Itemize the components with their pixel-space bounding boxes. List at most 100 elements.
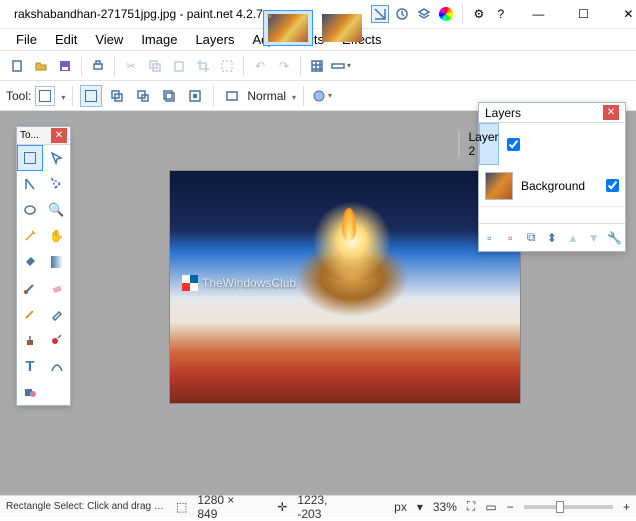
tool-clone[interactable] bbox=[17, 327, 43, 353]
tool-pencil[interactable] bbox=[17, 301, 43, 327]
unit-dropdown[interactable]: ▾ bbox=[417, 500, 423, 514]
tool-selector-dropdown[interactable] bbox=[59, 89, 65, 103]
layer-row[interactable]: Background bbox=[479, 165, 625, 207]
canvas[interactable]: TheWindowsClub bbox=[170, 171, 520, 403]
merge-layer-icon[interactable]: ⬍ bbox=[544, 230, 560, 246]
tool-paintbrush[interactable] bbox=[17, 275, 43, 301]
cursor-icon: ✛ bbox=[277, 500, 287, 514]
canvas-image: TheWindowsClub bbox=[170, 171, 520, 403]
tool-gradient[interactable] bbox=[44, 249, 70, 275]
window-title: rakshabandhan-271751jpg.jpg - paint.net … bbox=[14, 7, 263, 21]
move-down-icon[interactable]: ▼ bbox=[586, 230, 602, 246]
titlebar-tool-buttons: ⚙ ? bbox=[371, 4, 516, 24]
tool-text[interactable]: T bbox=[17, 353, 43, 379]
cut-icon[interactable]: ✂ bbox=[120, 55, 142, 77]
watermark-text: TheWindowsClub bbox=[202, 276, 296, 290]
selection-add-icon[interactable] bbox=[106, 85, 128, 107]
tool-lasso[interactable] bbox=[17, 171, 43, 197]
settings-icon[interactable]: ⚙ bbox=[470, 5, 488, 23]
tool-ellipse-select[interactable] bbox=[17, 197, 43, 223]
menu-file[interactable]: File bbox=[8, 30, 45, 49]
tools-toggle-icon[interactable] bbox=[371, 5, 389, 23]
tool-rectangle-select[interactable] bbox=[17, 145, 43, 171]
tool-recolor[interactable] bbox=[44, 327, 70, 353]
tool-move-selected[interactable] bbox=[44, 145, 70, 171]
selection-intersect-icon[interactable] bbox=[158, 85, 180, 107]
redo-icon[interactable]: ↷ bbox=[273, 55, 295, 77]
grid-icon[interactable] bbox=[306, 55, 328, 77]
layer-visible-checkbox[interactable] bbox=[606, 179, 619, 192]
zoom-level: 33% bbox=[433, 500, 457, 514]
selection-invert-icon[interactable] bbox=[184, 85, 206, 107]
maximize-button[interactable]: ☐ bbox=[561, 0, 606, 29]
move-up-icon[interactable]: ▲ bbox=[565, 230, 581, 246]
blend-mode-dropdown[interactable] bbox=[290, 89, 296, 103]
selection-subtract-icon[interactable] bbox=[132, 85, 154, 107]
selection-replace-icon[interactable] bbox=[80, 85, 102, 107]
menu-edit[interactable]: Edit bbox=[47, 30, 85, 49]
tool-color-picker[interactable] bbox=[44, 301, 70, 327]
sampling-dropdown[interactable] bbox=[311, 85, 333, 107]
tool-paint-bucket[interactable] bbox=[17, 249, 43, 275]
layer-name: Background bbox=[521, 179, 598, 193]
copy-icon[interactable] bbox=[144, 55, 166, 77]
zoom-fit-window-icon[interactable]: ⛶ bbox=[467, 499, 475, 514]
duplicate-layer-icon[interactable]: ⧉ bbox=[523, 230, 539, 246]
layer-thumbnail bbox=[458, 130, 460, 158]
colors-toggle-icon[interactable] bbox=[437, 5, 455, 23]
paste-icon[interactable] bbox=[168, 55, 190, 77]
help-icon[interactable]: ? bbox=[492, 5, 510, 23]
blend-mode-label: Normal bbox=[247, 89, 286, 103]
tool-magic-wand[interactable] bbox=[17, 223, 43, 249]
flood-mode-icon[interactable] bbox=[221, 85, 243, 107]
tool-shapes[interactable] bbox=[17, 379, 43, 405]
zoom-actual-icon[interactable]: ▭ bbox=[485, 500, 496, 514]
image-thumbnail-strip: ✳ bbox=[263, 10, 367, 46]
tool-eraser[interactable] bbox=[44, 275, 70, 301]
tool-line[interactable] bbox=[44, 353, 70, 379]
tool-empty bbox=[44, 379, 70, 405]
watermark-flag-icon bbox=[182, 275, 198, 291]
print-icon[interactable] bbox=[87, 55, 109, 77]
tools-window-header[interactable]: To... ✕ bbox=[17, 127, 70, 145]
menu-layers[interactable]: Layers bbox=[187, 30, 242, 49]
minimize-button[interactable]: — bbox=[516, 0, 561, 29]
tools-window-close-icon[interactable]: ✕ bbox=[51, 128, 67, 143]
history-toggle-icon[interactable] bbox=[393, 5, 411, 23]
unit-label[interactable]: px bbox=[394, 500, 407, 514]
layer-properties-icon[interactable]: 🔧 bbox=[606, 230, 622, 246]
zoom-out-icon[interactable]: − bbox=[507, 500, 514, 514]
open-icon[interactable] bbox=[30, 55, 52, 77]
layers-toggle-icon[interactable] bbox=[415, 5, 433, 23]
layer-visible-checkbox[interactable] bbox=[507, 138, 520, 151]
ruler-dropdown[interactable] bbox=[330, 55, 352, 77]
zoom-in-icon[interactable]: + bbox=[623, 500, 630, 514]
deselect-icon[interactable] bbox=[216, 55, 238, 77]
save-icon[interactable] bbox=[54, 55, 76, 77]
layers-window[interactable]: Layers ✕ Layer 2 Background ▫ ▫ ⧉ ⬍ ▲ ▼ … bbox=[478, 102, 626, 252]
tools-window-title: To... bbox=[20, 130, 51, 141]
new-icon[interactable] bbox=[6, 55, 28, 77]
tool-selector[interactable] bbox=[35, 86, 55, 106]
tools-window[interactable]: To... ✕ 🔍 ✋ T bbox=[16, 126, 71, 406]
layer-row[interactable]: Layer 2 bbox=[479, 123, 499, 165]
undo-icon[interactable]: ↶ bbox=[249, 55, 271, 77]
layers-window-close-icon[interactable]: ✕ bbox=[603, 105, 619, 120]
cursor-position: 1223, -203 bbox=[297, 493, 354, 521]
add-layer-icon[interactable]: ▫ bbox=[481, 230, 497, 246]
thumbnail-1[interactable]: ✳ bbox=[263, 10, 313, 46]
tool-zoom[interactable]: 🔍 bbox=[44, 197, 70, 223]
thumbnail-2[interactable] bbox=[317, 10, 367, 46]
delete-layer-icon[interactable]: ▫ bbox=[502, 230, 518, 246]
zoom-slider[interactable] bbox=[524, 505, 613, 509]
tool-pan[interactable]: ✋ bbox=[44, 223, 70, 249]
close-button[interactable]: ✕ bbox=[606, 0, 636, 29]
layers-window-header[interactable]: Layers ✕ bbox=[479, 103, 625, 123]
tool-move-selection[interactable] bbox=[44, 171, 70, 197]
crop-icon[interactable] bbox=[192, 55, 214, 77]
layers-toolbar: ▫ ▫ ⧉ ⬍ ▲ ▼ 🔧 bbox=[479, 223, 625, 251]
menu-image[interactable]: Image bbox=[133, 30, 185, 49]
window-controls: — ☐ ✕ bbox=[516, 0, 636, 29]
layers-window-title: Layers bbox=[485, 106, 603, 120]
menu-view[interactable]: View bbox=[87, 30, 131, 49]
